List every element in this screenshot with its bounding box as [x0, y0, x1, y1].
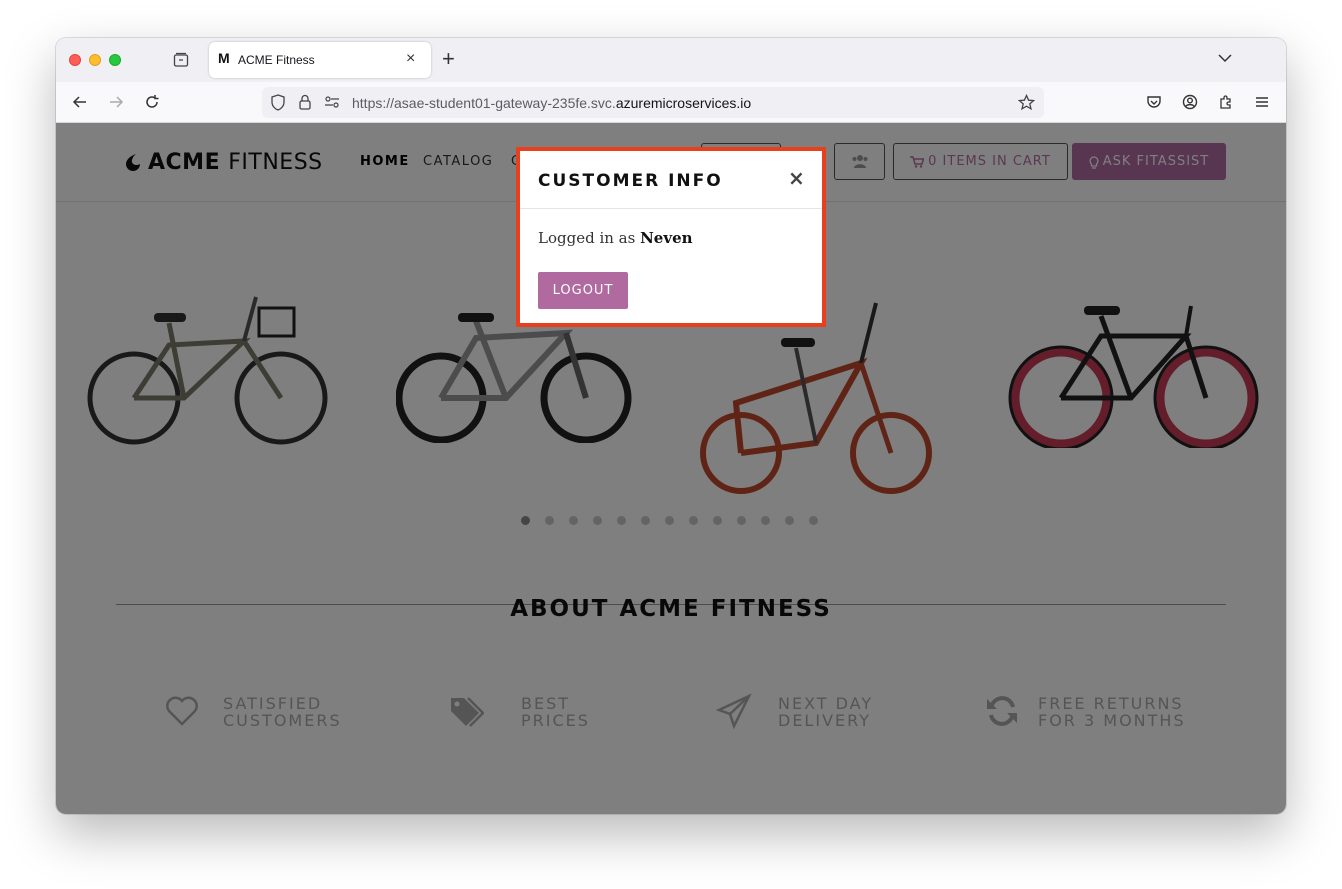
close-window-button[interactable]	[69, 54, 81, 66]
bookmark-star-icon[interactable]	[1018, 94, 1035, 111]
close-icon[interactable]: ×	[788, 166, 805, 190]
permissions-icon[interactable]	[324, 96, 340, 108]
customer-info-modal: CUSTOMER INFO × Logged in as Neven LOGOU…	[516, 147, 826, 327]
minimize-window-button[interactable]	[89, 54, 101, 66]
tab-acme-fitness[interactable]: M ACME Fitness ×	[209, 42, 431, 78]
lock-icon[interactable]	[298, 94, 312, 110]
nav-toolbar: https://asae-student01-gateway-235fe.svc…	[56, 82, 1286, 123]
zoom-window-button[interactable]	[109, 54, 121, 66]
hamburger-menu-icon[interactable]	[1254, 94, 1270, 110]
page-viewport: ACME FITNESS HOME CATALOG C 0 ITEMS IN C…	[56, 123, 1286, 814]
logout-button[interactable]: LOGOUT	[538, 272, 628, 309]
shield-icon[interactable]	[270, 94, 286, 111]
forward-arrow-icon[interactable]	[108, 94, 124, 110]
extensions-icon[interactable]	[1218, 94, 1234, 110]
new-tab-button[interactable]: +	[442, 48, 455, 70]
url-text[interactable]: https://asae-student01-gateway-235fe.svc…	[352, 95, 751, 111]
back-arrow-icon[interactable]	[72, 94, 88, 110]
address-bar[interactable]: https://asae-student01-gateway-235fe.svc…	[262, 87, 1044, 118]
modal-title: CUSTOMER INFO	[538, 171, 723, 191]
username: Neven	[640, 229, 693, 247]
account-icon[interactable]	[1182, 94, 1198, 110]
tab-close-icon[interactable]: ×	[406, 50, 415, 68]
pocket-icon[interactable]	[1146, 94, 1162, 110]
browser-window: M ACME Fitness × + https://asae-student0…	[56, 38, 1286, 814]
reload-icon[interactable]	[144, 94, 160, 110]
logged-in-text: Logged in as Neven	[538, 229, 693, 247]
modal-header: CUSTOMER INFO ×	[520, 151, 822, 209]
tab-title: ACME Fitness	[238, 53, 315, 67]
tab-strip: M ACME Fitness × +	[56, 38, 1286, 82]
chevron-down-icon[interactable]	[1217, 50, 1233, 66]
tab-overview-icon[interactable]	[173, 52, 189, 68]
site-favicon-icon: M	[218, 50, 230, 66]
